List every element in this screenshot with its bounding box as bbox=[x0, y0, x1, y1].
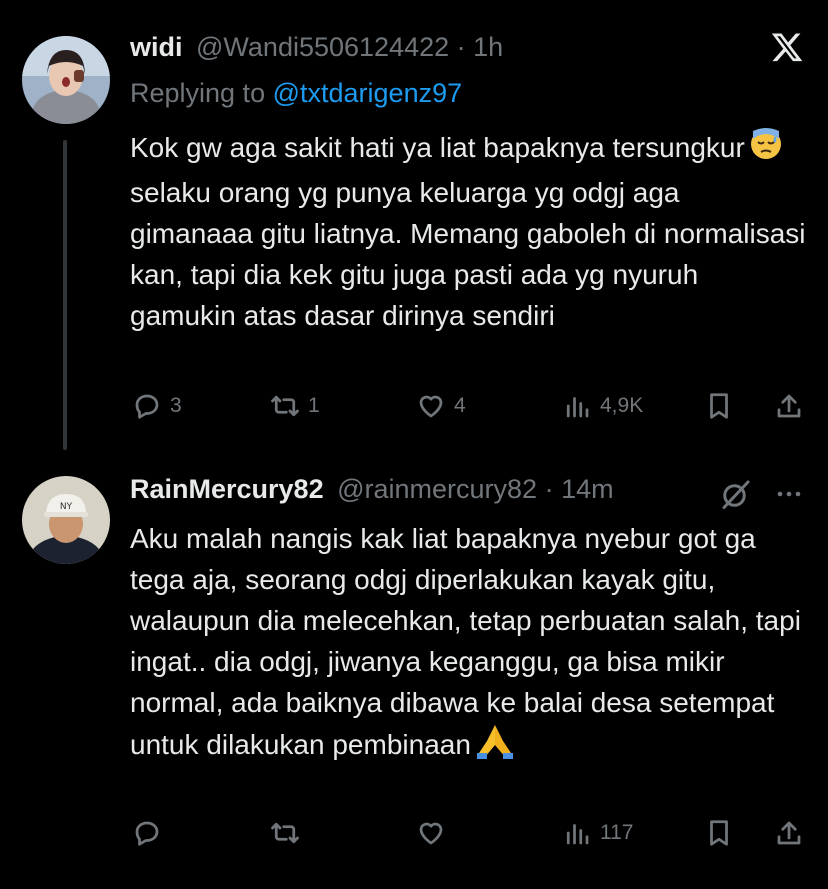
views-button[interactable]: 117 bbox=[562, 813, 633, 853]
like-count: 4 bbox=[454, 394, 466, 417]
timestamp[interactable]: 1h bbox=[473, 32, 503, 62]
heart-icon bbox=[419, 395, 443, 418]
tweet-header: RainMercury82 @rainmercury82 · 14m bbox=[130, 474, 614, 505]
svg-text:NY: NY bbox=[60, 502, 73, 512]
replying-label: Replying to bbox=[130, 78, 266, 108]
display-name[interactable]: widi bbox=[130, 32, 183, 62]
replying-to: Replying to @txtdarigenz97 bbox=[130, 78, 462, 109]
thread-line bbox=[63, 140, 67, 450]
bookmark-button[interactable] bbox=[704, 813, 734, 853]
handle[interactable]: @Wandi5506124422 bbox=[196, 32, 449, 62]
reply-button[interactable]: 3 bbox=[132, 386, 182, 426]
folded-hands-icon bbox=[475, 723, 515, 770]
tweet-text: Kok gw aga sakit hati ya liat bapaknya t… bbox=[130, 127, 810, 336]
downcast-face-with-sweat-icon bbox=[749, 127, 783, 172]
more-options-icon[interactable] bbox=[774, 482, 804, 506]
avatar[interactable] bbox=[22, 36, 110, 124]
view-count: 4,9K bbox=[600, 394, 644, 417]
tweet-2: NY RainMercury82 @rainmercury82 · 14m Ak… bbox=[0, 450, 828, 889]
share-button[interactable] bbox=[774, 813, 804, 853]
tweet-text-part-1: Kok gw aga sakit hati ya liat bapaknya t… bbox=[130, 132, 745, 163]
reply-count: 3 bbox=[170, 394, 182, 417]
view-count: 117 bbox=[600, 821, 634, 844]
views-button[interactable]: 4,9K bbox=[562, 386, 643, 426]
tweet-actions: 117 bbox=[130, 813, 810, 853]
replying-handle-link[interactable]: @txtdarigenz97 bbox=[273, 78, 463, 108]
like-button[interactable] bbox=[416, 813, 454, 853]
handle[interactable]: @rainmercury82 bbox=[337, 474, 537, 504]
share-icon bbox=[777, 394, 801, 418]
separator: · bbox=[544, 474, 554, 504]
retweet-icon bbox=[271, 395, 299, 417]
retweet-count: 1 bbox=[308, 394, 320, 417]
tweet-text: Aku malah nangis kak liat bapaknya nyebu… bbox=[130, 518, 810, 770]
display-name[interactable]: RainMercury82 bbox=[130, 474, 324, 504]
retweet-icon bbox=[271, 822, 299, 844]
heart-icon bbox=[419, 822, 443, 845]
retweet-button[interactable]: 1 bbox=[270, 386, 320, 426]
bookmark-icon bbox=[710, 393, 728, 419]
tweet-actions: 3 1 4 4,9K bbox=[130, 386, 810, 426]
like-button[interactable]: 4 bbox=[416, 386, 466, 426]
tweet-text-body: Aku malah nangis kak liat bapaknya nyebu… bbox=[130, 523, 801, 760]
share-icon bbox=[777, 821, 801, 845]
bookmark-button[interactable] bbox=[704, 386, 734, 426]
separator: · bbox=[456, 32, 466, 62]
reply-button[interactable] bbox=[132, 813, 170, 853]
grok-icon[interactable] bbox=[718, 476, 754, 512]
retweet-button[interactable] bbox=[270, 813, 308, 853]
timestamp[interactable]: 14m bbox=[561, 474, 614, 504]
views-icon bbox=[566, 824, 589, 845]
bookmark-icon bbox=[710, 820, 728, 846]
reply-icon bbox=[135, 394, 159, 419]
views-icon bbox=[566, 397, 589, 418]
reply-icon bbox=[135, 821, 159, 846]
tweet-header: widi @Wandi5506124422 · 1h bbox=[130, 32, 503, 63]
tweet-text-part-2: selaku orang yg punya keluarga yg odgj a… bbox=[130, 177, 806, 332]
share-button[interactable] bbox=[774, 386, 804, 426]
avatar[interactable]: NY bbox=[22, 476, 110, 564]
tweet-1: widi @Wandi5506124422 · 1h Replying to @… bbox=[0, 0, 828, 450]
